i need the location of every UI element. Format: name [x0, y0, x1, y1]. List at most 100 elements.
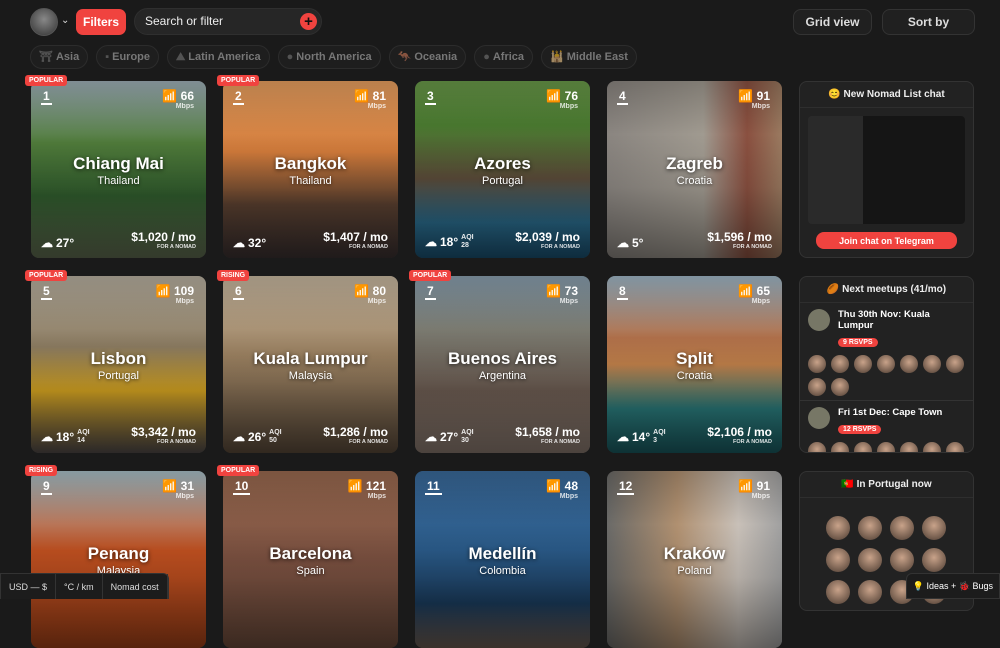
card-internet-speed: 📶 48 Mbps: [546, 479, 578, 500]
aqi: AQI 14: [77, 429, 89, 445]
cost-value: $2,039 / mo: [515, 230, 580, 244]
region-asia[interactable]: ⛩ Asia: [30, 45, 89, 69]
city-card[interactable]: 7 📶 73 Mbps Buenos Aires Argentina ☁ 27° AQI…: [415, 276, 590, 453]
search-input[interactable]: Search or filter +: [134, 8, 322, 35]
city-card[interactable]: 9 📶 31 Mbps Penang Malaysia: [31, 471, 206, 648]
region-europe[interactable]: ▪ Europe: [96, 45, 160, 69]
attendee-avatar[interactable]: [854, 355, 872, 373]
region-icon: ⛩: [39, 51, 53, 63]
nomad-cost-selector[interactable]: Nomad cost: [103, 574, 168, 599]
card-rank: 4: [617, 89, 628, 105]
sort-by-button[interactable]: Sort by: [882, 9, 975, 35]
country-name: Portugal: [482, 175, 523, 187]
member-avatar[interactable]: [826, 548, 850, 572]
card-internet-speed: 📶 66 Mbps: [162, 89, 194, 110]
mbps-label: Mbps: [175, 103, 194, 110]
card-badge: POPULAR: [25, 75, 68, 86]
region-africa[interactable]: ● Africa: [474, 45, 534, 69]
country-name: Thailand: [97, 175, 140, 187]
city-card[interactable]: 1 📶 66 Mbps Chiang Mai Thailand ☁ 27° $1,020…: [31, 81, 206, 258]
mbps-value: 76: [564, 89, 578, 103]
attendee-avatar[interactable]: [923, 355, 941, 373]
units-selector[interactable]: °C / km: [56, 574, 103, 599]
region-icon: ●: [286, 51, 294, 63]
attendee-avatar[interactable]: [831, 355, 849, 373]
city-card[interactable]: 12 📶 91 Mbps Kraków Poland: [607, 471, 782, 648]
member-avatar[interactable]: [858, 516, 882, 540]
card-rank: 1: [41, 89, 52, 105]
member-avatar[interactable]: [826, 516, 850, 540]
cost-label: FOR A NOMAD: [732, 439, 772, 445]
region-oceania[interactable]: 🦘 Oceania: [388, 45, 467, 69]
add-filter-icon[interactable]: +: [300, 13, 317, 30]
avatar[interactable]: [30, 8, 58, 36]
cost-label: FOR A NOMAD: [348, 244, 388, 250]
attendee-avatar[interactable]: [946, 442, 964, 452]
card-rank: 10: [233, 479, 251, 495]
member-avatar[interactable]: [858, 580, 882, 604]
feedback-button[interactable]: 💡 Ideas + 🐞 Bugs: [905, 573, 1000, 599]
aqi-label: AQI: [77, 429, 90, 436]
meetup-item[interactable]: Thu 30th Nov: Kuala Lumpur 9 RSVPS: [800, 303, 973, 401]
chat-title: 😊 New Nomad List chat: [800, 82, 973, 108]
member-avatar[interactable]: [890, 516, 914, 540]
attendee-avatar[interactable]: [808, 378, 826, 396]
region-icon: 🕌: [550, 51, 564, 63]
chevron-down-icon[interactable]: ⌄: [61, 15, 69, 26]
city-name: Split: [676, 349, 713, 368]
filters-button[interactable]: Filters: [76, 9, 126, 35]
city-card[interactable]: 11 📶 48 Mbps Medellín Colombia: [415, 471, 590, 648]
member-avatar[interactable]: [858, 548, 882, 572]
city-card[interactable]: 3 📶 76 Mbps Azores Portugal ☁ 18° AQI 28 $2,03…: [415, 81, 590, 258]
city-card[interactable]: 5 📶 109 Mbps Lisbon Portugal ☁ 18° AQI 14 $3,3…: [31, 276, 206, 453]
card-badge: POPULAR: [409, 270, 452, 281]
attendee-avatar[interactable]: [831, 442, 849, 452]
member-avatar[interactable]: [922, 516, 946, 540]
card-internet-speed: 📶 81 Mbps: [354, 89, 386, 110]
attendee-avatar[interactable]: [808, 355, 826, 373]
attendee-avatar[interactable]: [877, 442, 895, 452]
country-name: Malaysia: [288, 370, 333, 382]
attendee-avatar[interactable]: [854, 442, 872, 452]
card-internet-speed: 📶 31 Mbps: [162, 479, 194, 500]
card-internet-speed: 📶 121 Mbps: [348, 479, 386, 500]
city-name: Bangkok: [274, 154, 347, 173]
temperature: 18°: [440, 235, 459, 249]
card-rank: 2: [233, 89, 244, 105]
attendee-avatar[interactable]: [831, 378, 849, 396]
region-middle-east[interactable]: 🕌 Middle East: [541, 45, 637, 69]
mbps-label: Mbps: [559, 103, 578, 110]
attendee-avatar[interactable]: [877, 355, 895, 373]
card-cost: $2,106 / mo FOR A NOMAD: [707, 425, 772, 445]
city-card[interactable]: 4 📶 91 Mbps Zagreb Croatia ☁ 5° $1,596 / mo F…: [607, 81, 782, 258]
attendee-avatar[interactable]: [900, 355, 918, 373]
country-name: Thailand: [289, 175, 332, 187]
weather-icon: ☁: [41, 236, 53, 250]
city-name: Kuala Lumpur: [253, 349, 368, 368]
attendee-avatar[interactable]: [946, 355, 964, 373]
region-latin-america[interactable]: ⛰ Latin America: [167, 45, 270, 69]
aqi-value: 14: [77, 437, 85, 444]
meetup-item[interactable]: Fri 1st Dec: Cape Town 12 RSVPS: [800, 401, 973, 452]
attendee-avatar[interactable]: [900, 442, 918, 452]
city-card[interactable]: 2 📶 81 Mbps Bangkok Thailand ☁ 32° $1,407 / …: [223, 81, 398, 258]
wifi-icon: 📶: [546, 284, 562, 298]
member-avatar[interactable]: [922, 548, 946, 572]
country-name: Poland: [677, 565, 712, 577]
member-avatar[interactable]: [826, 580, 850, 604]
mbps-label: Mbps: [751, 298, 770, 305]
attendee-avatar[interactable]: [923, 442, 941, 452]
join-telegram-button[interactable]: Join chat on Telegram: [816, 232, 957, 249]
currency-selector[interactable]: USD — $: [1, 574, 57, 599]
attendee-avatar[interactable]: [808, 442, 826, 452]
cost-value: $3,342 / mo: [131, 425, 196, 439]
weather-icon: ☁: [41, 430, 53, 444]
city-card[interactable]: 10 📶 121 Mbps Barcelona Spain: [223, 471, 398, 648]
city-card[interactable]: 8 📶 65 Mbps Split Croatia ☁ 14° AQI 3 $2,106 /…: [607, 276, 782, 453]
wifi-icon: 📶: [738, 284, 754, 298]
city-name: Barcelona: [269, 544, 352, 563]
member-avatar[interactable]: [890, 548, 914, 572]
grid-view-button[interactable]: Grid view: [793, 9, 872, 35]
region-north-america[interactable]: ● North America: [277, 45, 381, 69]
city-card[interactable]: 6 📶 80 Mbps Kuala Lumpur Malaysia ☁ 26° AQI 5…: [223, 276, 398, 453]
